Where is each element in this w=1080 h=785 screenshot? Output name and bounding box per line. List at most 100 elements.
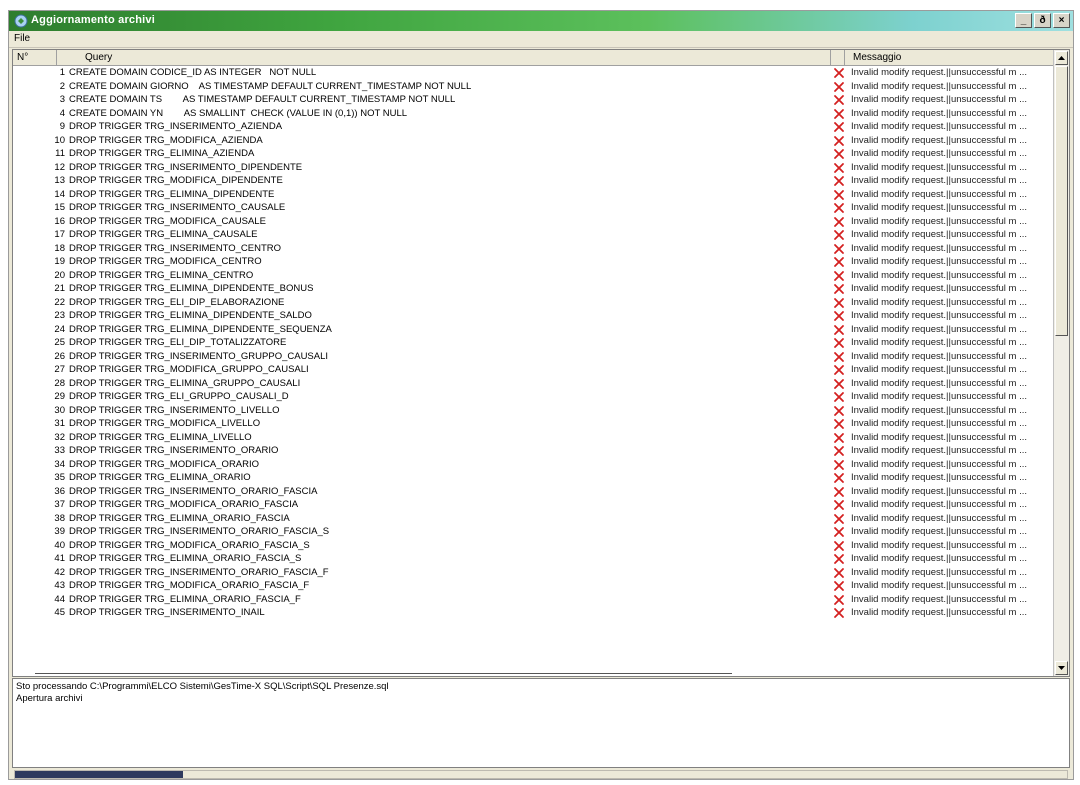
row-message: Invalid modify request.||unsuccessful m … — [851, 256, 1028, 267]
minimize-icon: _ — [1020, 14, 1027, 26]
vertical-scrollbar[interactable] — [1053, 50, 1069, 676]
row-message: Invalid modify request.||unsuccessful m … — [851, 391, 1028, 402]
row-query: DROP TRIGGER TRG_MODIFICA_AZIENDA — [69, 134, 263, 146]
error-x-icon — [834, 149, 844, 159]
column-header-query[interactable]: Query — [57, 50, 831, 66]
app-icon — [14, 14, 28, 28]
error-x-icon — [834, 162, 844, 173]
table-row[interactable]: 2 CREATE DOMAIN GIORNO AS TIMESTAMP DEFAU… — [13, 80, 1054, 94]
row-message: Invalid modify request.||unsuccessful m … — [851, 188, 1028, 200]
scroll-down-button[interactable] — [1055, 661, 1068, 675]
table-row[interactable]: 4 CREATE DOMAIN YN AS SMALLINT CHECK (VAL… — [13, 107, 1054, 121]
error-x-icon — [834, 203, 844, 213]
close-button[interactable]: × — [1053, 13, 1070, 28]
row-message: Invalid modify request.||unsuccessful m … — [851, 499, 1028, 510]
row-query: CREATE DOMAIN GIORNO AS TIMESTAMP DEFAUL… — [69, 80, 472, 92]
table-row[interactable]: 25 DROP TRIGGER TRG_ELI_DIP_TOTALIZZATORE… — [13, 336, 1054, 350]
row-query: DROP TRIGGER TRG_INSERIMENTO_GRUPPO_CAUS… — [69, 350, 329, 362]
row-query: DROP TRIGGER TRG_ELIMINA_CENTRO — [69, 269, 254, 281]
table-row[interactable]: 33 DROP TRIGGER TRG_INSERIMENTO_ORARIO Inv… — [13, 444, 1054, 458]
table-row[interactable]: 10 DROP TRIGGER TRG_MODIFICA_AZIENDA Inval… — [13, 134, 1054, 148]
menu-file[interactable]: File — [14, 33, 30, 44]
log-line-status: Apertura archivi — [16, 693, 83, 704]
table-row[interactable]: 3 CREATE DOMAIN TS AS TIMESTAMP DEFAULT C… — [13, 93, 1054, 107]
column-header-number[interactable]: N° — [13, 50, 57, 66]
table-row[interactable]: 31 DROP TRIGGER TRG_MODIFICA_LIVELLO Inval… — [13, 417, 1054, 431]
row-query: DROP TRIGGER TRG_ELIMINA_LIVELLO — [69, 431, 252, 443]
table-row[interactable]: 22 DROP TRIGGER TRG_ELI_DIP_ELABORAZIONE I… — [13, 296, 1054, 310]
progress-fill — [15, 771, 184, 778]
table-row[interactable]: 44 DROP TRIGGER TRG_ELIMINA_ORARIO_FASCIA… — [13, 593, 1054, 607]
table-row[interactable]: 40 DROP TRIGGER TRG_MODIFICA_ORARIO_FASCI… — [13, 539, 1054, 553]
window-title: Aggiornamento archivi — [31, 14, 155, 26]
table-row[interactable]: 30 DROP TRIGGER TRG_INSERIMENTO_LIVELLO In… — [13, 404, 1054, 418]
row-number: 17 — [54, 229, 65, 240]
table-row[interactable]: 9 DROP TRIGGER TRG_INSERIMENTO_AZIENDA Inv… — [13, 120, 1054, 134]
error-x-icon — [834, 122, 844, 132]
column-header-status[interactable] — [831, 50, 845, 66]
restore-button[interactable]: ð — [1034, 13, 1051, 28]
table-row[interactable]: 26 DROP TRIGGER TRG_INSERIMENTO_GRUPPO_CA… — [13, 350, 1054, 364]
table-row[interactable]: 14 DROP TRIGGER TRG_ELIMINA_DIPENDENTE Inv… — [13, 188, 1054, 202]
table-row[interactable]: 45 DROP TRIGGER TRG_INSERIMENTO_INAIL Inva… — [13, 606, 1054, 620]
table-row[interactable]: 1 CREATE DOMAIN CODICE_ID AS INTEGER NOT … — [13, 66, 1054, 80]
table-row[interactable]: 16 DROP TRIGGER TRG_MODIFICA_CAUSALE Inval… — [13, 215, 1054, 229]
minimize-button[interactable]: _ — [1015, 13, 1032, 28]
title-bar[interactable]: Aggiornamento archivi _ ð × — [9, 11, 1073, 31]
row-message: Invalid modify request.||unsuccessful m … — [851, 526, 1028, 537]
error-x-icon — [834, 432, 844, 443]
table-row[interactable]: 23 DROP TRIGGER TRG_ELIMINA_DIPENDENTE_SA… — [13, 309, 1054, 323]
error-x-icon — [834, 365, 844, 375]
row-message: Invalid modify request.||unsuccessful m … — [851, 512, 1028, 524]
table-row[interactable]: 27 DROP TRIGGER TRG_MODIFICA_GRUPPO_CAUSA… — [13, 363, 1054, 377]
table-row[interactable]: 28 DROP TRIGGER TRG_ELIMINA_GRUPPO_CAUSAL… — [13, 377, 1054, 391]
row-number: 45 — [54, 607, 65, 618]
query-grid[interactable]: N° Query Messaggio 1 CREATE DOMAIN CODICE… — [12, 49, 1070, 677]
row-message: Invalid modify request.||unsuccessful m … — [851, 418, 1028, 429]
horizontal-scroll-line — [35, 673, 732, 674]
table-row[interactable]: 42 DROP TRIGGER TRG_INSERIMENTO_ORARIO_FA… — [13, 566, 1054, 580]
error-x-icon — [834, 527, 844, 537]
row-query: DROP TRIGGER TRG_ELIMINA_ORARIO_FASCIA_F — [69, 593, 301, 605]
table-row[interactable]: 38 DROP TRIGGER TRG_ELIMINA_ORARIO_FASCIA… — [13, 512, 1054, 526]
error-x-icon — [834, 230, 844, 240]
row-message: Invalid modify request.||unsuccessful m … — [851, 445, 1028, 456]
row-number: 28 — [54, 377, 65, 389]
column-header-message[interactable]: Messaggio — [845, 50, 1054, 66]
error-x-icon — [834, 419, 844, 429]
table-row[interactable]: 21 DROP TRIGGER TRG_ELIMINA_DIPENDENTE_BO… — [13, 282, 1054, 296]
row-message: Invalid modify request.||unsuccessful m … — [851, 593, 1028, 605]
row-query: DROP TRIGGER TRG_MODIFICA_LIVELLO — [69, 418, 261, 429]
scroll-thumb[interactable] — [1055, 66, 1068, 336]
table-row[interactable]: 18 DROP TRIGGER TRG_INSERIMENTO_CENTRO Inv… — [13, 242, 1054, 256]
table-row[interactable]: 12 DROP TRIGGER TRG_INSERIMENTO_DIPENDENT… — [13, 161, 1054, 175]
table-row[interactable]: 41 DROP TRIGGER TRG_ELIMINA_ORARIO_FASCIA… — [13, 552, 1054, 566]
table-row[interactable]: 35 DROP TRIGGER TRG_ELIMINA_ORARIO Invalid… — [13, 471, 1054, 485]
row-number: 41 — [54, 553, 65, 564]
table-row[interactable]: 32 DROP TRIGGER TRG_ELIMINA_LIVELLO Invali… — [13, 431, 1054, 445]
table-row[interactable]: 15 DROP TRIGGER TRG_INSERIMENTO_CAUSALE In… — [13, 201, 1054, 215]
table-row[interactable]: 20 DROP TRIGGER TRG_ELIMINA_CENTRO Invalid… — [13, 269, 1054, 283]
table-row[interactable]: 11 DROP TRIGGER TRG_ELIMINA_AZIENDA Invali… — [13, 147, 1054, 161]
table-row[interactable]: 13 DROP TRIGGER TRG_MODIFICA_DIPENDENTE In… — [13, 174, 1054, 188]
row-query: DROP TRIGGER TRG_ELIMINA_ORARIO — [69, 472, 251, 483]
row-message: Invalid modify request.||unsuccessful m … — [851, 283, 1028, 294]
table-row[interactable]: 17 DROP TRIGGER TRG_ELIMINA_CAUSALE Invali… — [13, 228, 1054, 242]
row-message: Invalid modify request.||unsuccessful m … — [851, 553, 1028, 564]
row-number: 37 — [54, 499, 65, 510]
row-query: DROP TRIGGER TRG_ELIMINA_CAUSALE — [69, 229, 258, 240]
row-number: 26 — [54, 350, 65, 362]
log-panel[interactable]: Sto processando C:\Programmi\ELCO Sistem… — [12, 678, 1070, 768]
table-row[interactable]: 37 DROP TRIGGER TRG_MODIFICA_ORARIO_FASCI… — [13, 498, 1054, 512]
row-query: DROP TRIGGER TRG_INSERIMENTO_ORARIO — [69, 445, 279, 456]
table-row[interactable]: 19 DROP TRIGGER TRG_MODIFICA_CENTRO Invali… — [13, 255, 1054, 269]
table-row[interactable]: 43 DROP TRIGGER TRG_MODIFICA_ORARIO_FASCI… — [13, 579, 1054, 593]
table-row[interactable]: 39 DROP TRIGGER TRG_INSERIMENTO_ORARIO_FA… — [13, 525, 1054, 539]
row-message: Invalid modify request.||unsuccessful m … — [851, 121, 1028, 132]
row-query: DROP TRIGGER TRG_INSERIMENTO_DIPENDENTE — [69, 161, 303, 173]
scroll-up-button[interactable] — [1055, 51, 1068, 65]
table-row[interactable]: 34 DROP TRIGGER TRG_MODIFICA_ORARIO Invali… — [13, 458, 1054, 472]
table-row[interactable]: 36 DROP TRIGGER TRG_INSERIMENTO_ORARIO_FA… — [13, 485, 1054, 499]
table-row[interactable]: 29 DROP TRIGGER TRG_ELI_GRUPPO_CAUSALI_D I… — [13, 390, 1054, 404]
table-row[interactable]: 24 DROP TRIGGER TRG_ELIMINA_DIPENDENTE_SE… — [13, 323, 1054, 337]
